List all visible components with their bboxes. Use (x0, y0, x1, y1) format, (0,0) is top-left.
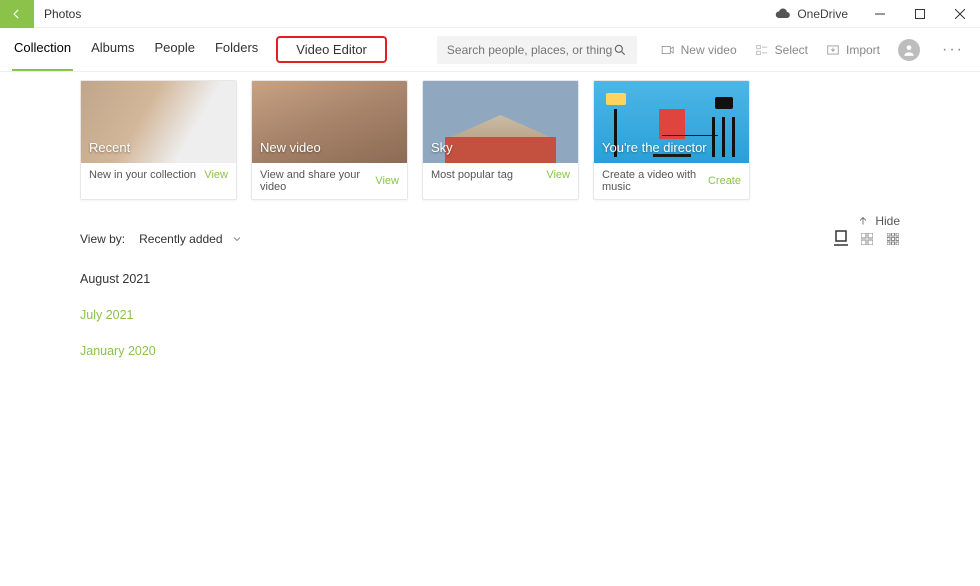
tab-folders[interactable]: Folders (213, 36, 260, 63)
tab-albums[interactable]: Albums (89, 36, 136, 63)
layout-toggle (834, 232, 900, 246)
card-footer: New in your collection View (81, 163, 236, 187)
window-controls (860, 0, 980, 28)
tab-video-editor[interactable]: Video Editor (276, 36, 387, 63)
nav-actions: New video Select Import ··· (661, 39, 968, 61)
close-icon (955, 9, 965, 19)
card-subtitle: View and share your video (260, 169, 375, 193)
card-image: You're the director (594, 81, 749, 163)
grid-2x2-icon (861, 233, 873, 245)
tab-collection[interactable]: Collection (12, 36, 73, 63)
import-label: Import (846, 43, 880, 57)
layout-single-button[interactable] (834, 232, 848, 246)
back-button[interactable] (0, 0, 34, 28)
app-title: Photos (44, 7, 81, 21)
card-image: Recent (81, 81, 236, 163)
nav-tabs: Collection Albums People Folders Video E… (12, 36, 387, 63)
card-footer: View and share your video View (252, 163, 407, 199)
date-group[interactable]: August 2021 (80, 272, 900, 286)
view-by-label: View by: (80, 232, 125, 246)
card-action-link[interactable]: View (204, 169, 228, 181)
layout-grid3-button[interactable] (886, 232, 900, 246)
date-group[interactable]: July 2021 (80, 308, 900, 322)
card-subtitle: New in your collection (89, 169, 196, 181)
grid-3x3-icon (887, 233, 899, 245)
close-button[interactable] (940, 0, 980, 28)
date-groups: August 2021 July 2021 January 2020 (80, 272, 900, 358)
card-footer: Most popular tag View (423, 163, 578, 187)
content-area: Recent New in your collection View New v… (0, 72, 980, 358)
camera-tripod-icon (707, 99, 741, 157)
onedrive-button[interactable]: OneDrive (775, 6, 848, 22)
import-button[interactable]: Import (826, 43, 880, 57)
minimize-button[interactable] (860, 0, 900, 28)
hide-toggle[interactable]: Hide (857, 214, 900, 228)
minimize-icon (875, 9, 885, 19)
arrow-up-icon (857, 215, 869, 227)
card-image: New video (252, 81, 407, 163)
card-action-link[interactable]: View (546, 169, 570, 181)
video-plus-icon (661, 43, 675, 57)
navbar: Collection Albums People Folders Video E… (0, 28, 980, 72)
arrow-left-icon (10, 7, 24, 21)
maximize-button[interactable] (900, 0, 940, 28)
chevron-down-icon (231, 233, 243, 245)
view-by-dropdown[interactable]: Recently added (139, 232, 242, 246)
cloud-icon (775, 6, 791, 22)
checklist-icon (755, 43, 769, 57)
search-input[interactable] (447, 43, 613, 57)
search-box[interactable] (437, 36, 637, 64)
search-icon (613, 43, 627, 57)
layout-grid2-button[interactable] (860, 232, 874, 246)
card-action-link[interactable]: Create (708, 175, 741, 187)
view-by-selected: Recently added (139, 232, 222, 246)
square-icon (835, 230, 847, 242)
ellipsis-icon: ··· (942, 41, 964, 58)
select-label: Select (775, 43, 808, 57)
card-director[interactable]: You're the director Create a video with … (593, 80, 750, 200)
card-footer: Create a video with music Create (594, 163, 749, 199)
onedrive-label: OneDrive (797, 7, 848, 21)
select-button[interactable]: Select (755, 43, 808, 57)
card-title: Sky (431, 140, 453, 155)
more-button[interactable]: ··· (938, 41, 968, 59)
new-video-button[interactable]: New video (661, 43, 737, 57)
card-subtitle: Most popular tag (431, 169, 513, 181)
maximize-icon (915, 9, 925, 19)
card-title: Recent (89, 140, 130, 155)
card-action-link[interactable]: View (375, 175, 399, 187)
card-subtitle: Create a video with music (602, 169, 708, 193)
card-new-video[interactable]: New video View and share your video View (251, 80, 408, 200)
tab-people[interactable]: People (152, 36, 196, 63)
card-sky[interactable]: Sky Most popular tag View (422, 80, 579, 200)
titlebar: Photos OneDrive (0, 0, 980, 28)
new-video-label: New video (681, 43, 737, 57)
view-by-control: View by: Recently added (80, 232, 243, 246)
person-icon (902, 43, 916, 57)
hide-label: Hide (875, 214, 900, 228)
card-image: Sky (423, 81, 578, 163)
import-icon (826, 43, 840, 57)
user-avatar[interactable] (898, 39, 920, 61)
card-title: You're the director (602, 140, 707, 155)
hero-cards: Recent New in your collection View New v… (80, 80, 900, 200)
card-recent[interactable]: Recent New in your collection View (80, 80, 237, 200)
card-title: New video (260, 140, 321, 155)
date-group[interactable]: January 2020 (80, 344, 900, 358)
